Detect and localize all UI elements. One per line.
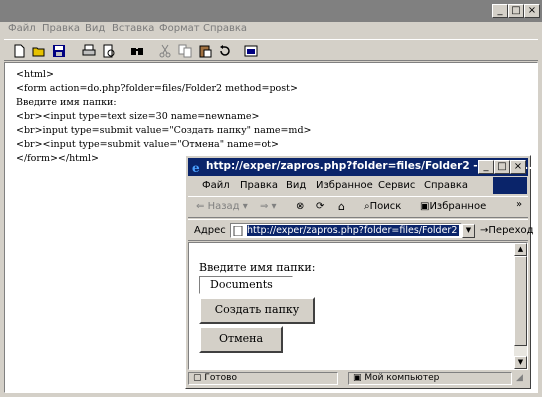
toolbar-chevron-icon[interactable]: » [516, 199, 522, 210]
scroll-thumb[interactable] [514, 256, 527, 346]
forward-button[interactable]: ⇒ ▾ [260, 201, 277, 212]
folder-name-input[interactable]: Documents [199, 276, 293, 294]
browser-minimize-button[interactable]: _ [478, 160, 494, 174]
maximize-button[interactable]: □ [508, 4, 524, 18]
status-zone: ▣ Мой компьютер [348, 372, 512, 385]
menubar: Файл Правка Вид Вставка Формат Справка [0, 22, 542, 38]
back-label: Назад [207, 201, 240, 212]
browser-menubar: Файл Правка Вид Избранное Сервис Справка [188, 177, 528, 195]
page-content: Введите имя папки: Documents Создать пап… [188, 242, 528, 370]
address-bar: Адрес http://exper/zapros.php?folder=fil… [188, 219, 534, 241]
open-folder-icon[interactable] [30, 42, 48, 60]
search-button[interactable]: ⌕Поиск [364, 201, 401, 212]
code-line: <br>input type=submit value="Создать пап… [16, 125, 312, 136]
browser-menu-file[interactable]: Файл [202, 180, 230, 191]
code-line: <br><input type=submit value="Отмена" na… [16, 139, 279, 150]
back-button[interactable]: ⇐ Назад ▾ [196, 201, 248, 212]
favorites-button[interactable]: ▣Избранное [420, 201, 486, 212]
cut-icon[interactable] [156, 42, 174, 60]
outer-titlebar: _ □ × [0, 0, 542, 22]
browser-close-button[interactable]: × [510, 160, 526, 174]
vertical-scrollbar[interactable]: ▲ ▼ [514, 243, 527, 369]
copy-icon[interactable] [176, 42, 194, 60]
browser-menu-tools[interactable]: Сервис [378, 180, 415, 191]
resize-grip-icon[interactable]: ◢ [516, 373, 523, 383]
address-input[interactable]: http://exper/zapros.php?folder=files/Fol… [230, 223, 462, 238]
status-text: Готово [204, 373, 237, 383]
browser-menu-help[interactable]: Справка [424, 180, 468, 191]
print-icon[interactable] [80, 42, 98, 60]
status-left: ▢ Готово [188, 372, 338, 385]
address-label: Адрес [194, 225, 226, 236]
svg-text:e: e [192, 161, 200, 173]
address-dropdown-icon[interactable]: ▼ [462, 224, 475, 238]
computer-icon: ▣ [353, 373, 362, 383]
find-icon[interactable] [128, 42, 146, 60]
close-button[interactable]: × [524, 4, 540, 18]
status-page-icon: ▢ [193, 373, 202, 383]
refresh-icon[interactable]: ⟳ [316, 201, 324, 212]
go-label: Переход [488, 225, 534, 236]
save-icon[interactable] [50, 42, 68, 60]
scroll-up-icon[interactable]: ▲ [514, 243, 527, 256]
windows-logo-icon [493, 177, 527, 194]
browser-menu-edit[interactable]: Правка [240, 180, 278, 191]
menu-help[interactable]: Справка [203, 23, 247, 34]
browser-maximize-button[interactable]: □ [494, 160, 510, 174]
browser-titlebar: e http://exper/zapros.php?folder=files/F… [188, 158, 532, 176]
browser-window: e http://exper/zapros.php?folder=files/F… [185, 155, 534, 389]
code-line: Введите имя папки: [16, 97, 117, 108]
search-label: Поиск [369, 201, 402, 212]
ie-logo-icon: e [191, 161, 203, 175]
cancel-button[interactable]: Отмена [199, 326, 283, 353]
browser-menu-favorites[interactable]: Избранное [316, 180, 373, 191]
code-line: <html> [16, 69, 54, 80]
favorites-label: Избранное [429, 201, 487, 212]
page-icon [233, 225, 243, 237]
home-icon[interactable]: ⌂ [338, 200, 345, 213]
print-preview-icon[interactable] [100, 42, 118, 60]
form-prompt: Введите имя папки: [199, 261, 316, 274]
new-doc-icon[interactable] [10, 42, 28, 60]
code-line: </form></html> [16, 153, 100, 164]
minimize-button[interactable]: _ [492, 4, 508, 18]
menu-edit[interactable]: Правка [42, 23, 80, 34]
menu-file[interactable]: Файл [8, 23, 36, 34]
undo-icon[interactable] [216, 42, 234, 60]
create-folder-button[interactable]: Создать папку [199, 297, 315, 324]
insert-date-icon[interactable] [242, 42, 260, 60]
go-button[interactable]: →Переход [480, 225, 534, 236]
browser-menu-view[interactable]: Вид [286, 180, 306, 191]
toolbar [4, 39, 538, 61]
menu-view[interactable]: Вид [85, 23, 105, 34]
paste-icon[interactable] [196, 42, 214, 60]
browser-toolbar: ⇐ Назад ▾ ⇒ ▾ ⊗ ⟳ ⌂ ⌕Поиск ▣Избранное » [188, 196, 528, 218]
status-zone-text: Мой компьютер [364, 373, 440, 383]
stop-icon[interactable]: ⊗ [296, 201, 304, 212]
scroll-down-icon[interactable]: ▼ [514, 356, 527, 369]
status-bar: ▢ Готово ▣ Мой компьютер ◢ [188, 371, 528, 386]
menu-format[interactable]: Формат [159, 23, 200, 34]
code-line: <form action=do.php?folder=files/Folder2… [16, 83, 298, 94]
code-line: <br><input type=text size=30 name=newnam… [16, 111, 260, 122]
menu-insert[interactable]: Вставка [112, 23, 154, 34]
address-text: http://exper/zapros.php?folder=files/Fol… [247, 225, 459, 236]
